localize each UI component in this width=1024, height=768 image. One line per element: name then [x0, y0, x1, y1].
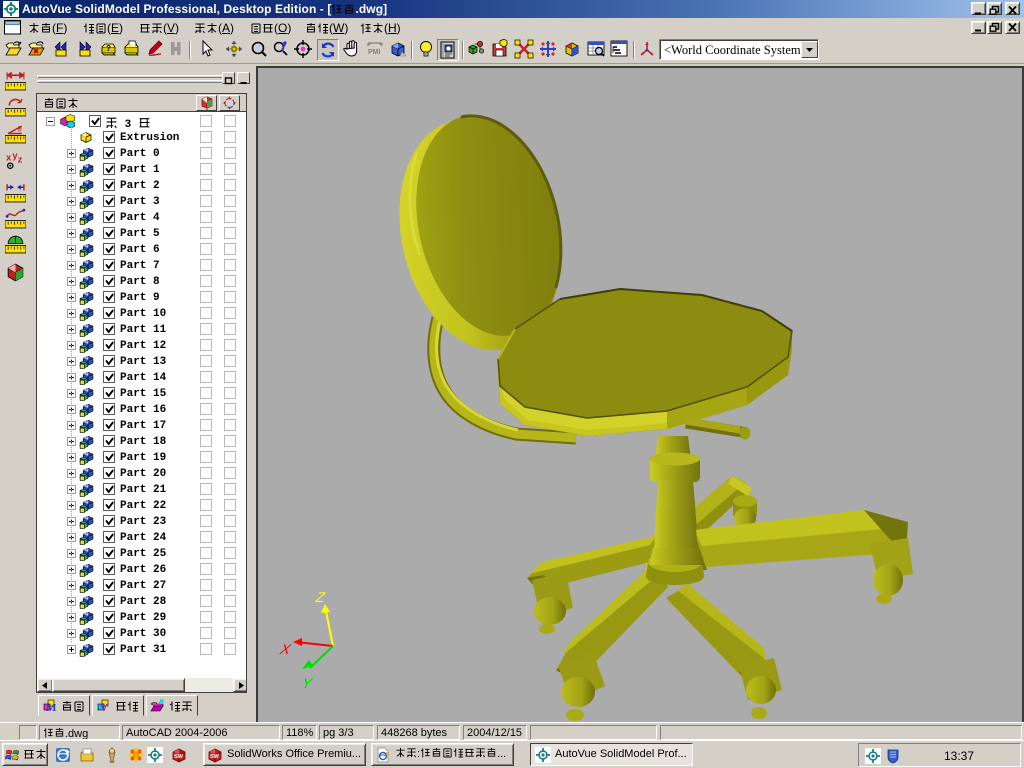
svg-text:X: X [277, 643, 294, 658]
svg-text:?: ? [106, 44, 111, 53]
svg-text:SW: SW [210, 754, 220, 760]
svg-text:Z: Z [313, 590, 327, 605]
svg-text:Y: Y [299, 676, 315, 691]
svg-text:SW: SW [174, 754, 184, 760]
svg-text:M: M [46, 702, 57, 713]
svg-text:PMI: PMI [368, 49, 381, 56]
svg-text:x: x [6, 152, 12, 163]
svg-text:V: V [100, 702, 108, 713]
svg-text:θ: θ [18, 124, 22, 133]
svg-text:z: z [18, 155, 23, 166]
